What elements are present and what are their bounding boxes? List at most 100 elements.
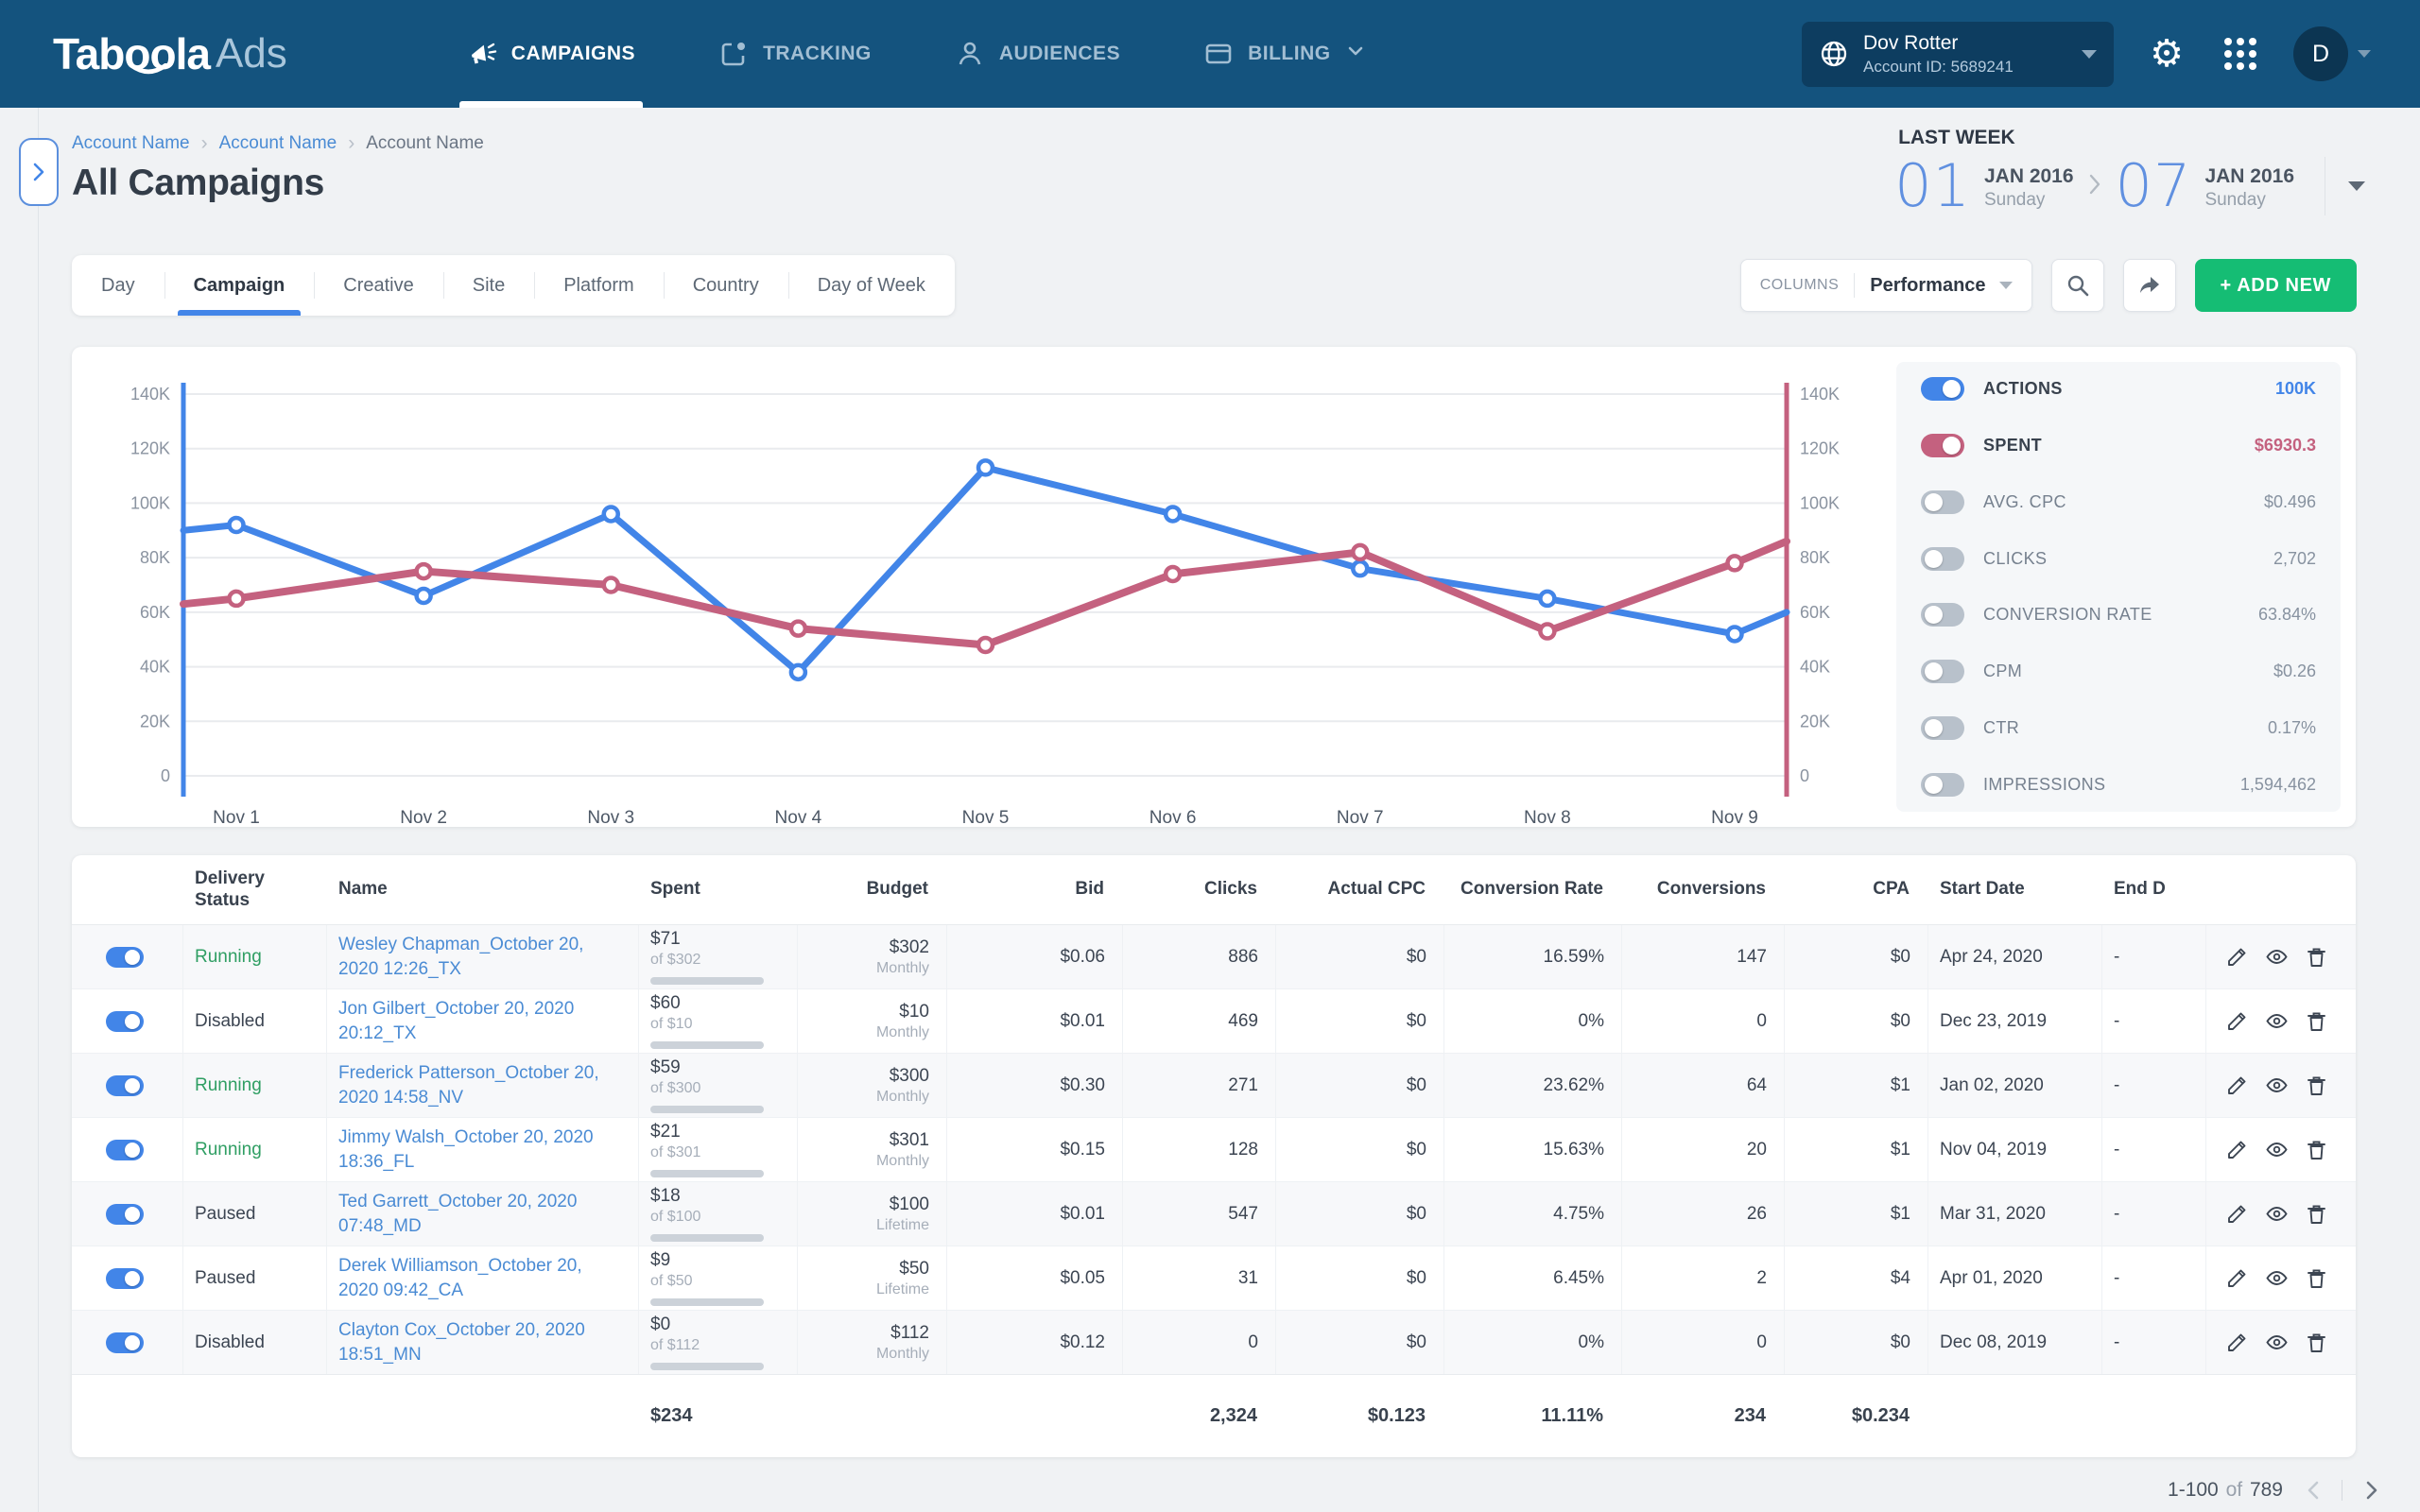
nav-item-billing[interactable]: BILLING	[1203, 0, 1366, 108]
share-button[interactable]	[2123, 259, 2176, 312]
tab-creative[interactable]: Creative	[314, 255, 442, 316]
breadcrumb-link[interactable]: Account Name	[72, 133, 190, 154]
preview-button[interactable]	[2265, 1202, 2289, 1226]
apps-button[interactable]	[2220, 33, 2261, 75]
budget-progress-bar	[650, 1363, 764, 1370]
delete-button[interactable]	[2305, 945, 2328, 969]
metric-toggle[interactable]	[1921, 773, 1964, 797]
end-date-cell: -	[2102, 1311, 2206, 1374]
col-header-clicks[interactable]: Clicks	[1123, 879, 1276, 901]
metric-value: 63.84%	[2258, 605, 2316, 625]
delete-button[interactable]	[2305, 1266, 2328, 1290]
metric-toggle[interactable]	[1921, 377, 1964, 401]
delete-button[interactable]	[2305, 1331, 2328, 1354]
bid-cell: $0.01	[947, 989, 1123, 1053]
taboola-logo[interactable]: Taboola Ads	[53, 0, 287, 108]
metric-toggle[interactable]	[1921, 603, 1964, 627]
campaign-name-link[interactable]: Wesley Chapman_October 20, 2020 12:26_TX	[338, 933, 621, 980]
pencil-icon	[2225, 1138, 2249, 1161]
edit-button[interactable]	[2225, 1074, 2249, 1097]
tab-day[interactable]: Day	[72, 255, 164, 316]
account-selector[interactable]: Dov Rotter Account ID: 5689241	[1802, 22, 2114, 87]
edit-button[interactable]	[2225, 1331, 2249, 1354]
conversions-cell: 64	[1622, 1054, 1785, 1117]
account-caret-icon	[2082, 50, 2097, 59]
nav-item-campaigns[interactable]: CAMPAIGNS	[467, 0, 635, 108]
metric-toggle[interactable]	[1921, 660, 1964, 683]
col-header-actual-cpc[interactable]: Actual CPC	[1276, 879, 1444, 901]
edit-button[interactable]	[2225, 1266, 2249, 1290]
svg-text:80K: 80K	[1800, 548, 1830, 567]
preview-button[interactable]	[2265, 1331, 2289, 1354]
campaign-name-link[interactable]: Clayton Cox_October 20, 2020 18:51_MN	[338, 1318, 621, 1366]
campaign-toggle[interactable]	[106, 947, 144, 968]
breadcrumb-link[interactable]: Account Name	[219, 133, 337, 154]
col-header-start-date[interactable]: Start Date	[1928, 879, 2102, 901]
search-button[interactable]	[2051, 259, 2104, 312]
svg-text:60K: 60K	[140, 603, 170, 622]
clicks-cell: 0	[1123, 1311, 1276, 1374]
metric-toggle[interactable]	[1921, 434, 1964, 457]
col-header-bid[interactable]: Bid	[947, 879, 1123, 901]
start-month-year: JAN 2016	[1984, 165, 2074, 188]
preview-button[interactable]	[2265, 1009, 2289, 1033]
edit-button[interactable]	[2225, 945, 2249, 969]
campaign-toggle[interactable]	[106, 1332, 144, 1353]
campaign-name-link[interactable]: Jimmy Walsh_October 20, 2020 18:36_FL	[338, 1125, 621, 1173]
delete-button[interactable]	[2305, 1074, 2328, 1097]
tab-day-of-week[interactable]: Day of Week	[788, 255, 955, 316]
metric-value: $0.496	[2264, 492, 2316, 512]
campaign-toggle[interactable]	[106, 1204, 144, 1225]
col-header-budget[interactable]: Budget	[798, 879, 947, 901]
col-header-conversion-rate[interactable]: Conversion Rate	[1444, 879, 1622, 901]
campaign-name-link[interactable]: Derek Williamson_October 20, 2020 09:42_…	[338, 1254, 621, 1301]
bid-cell: $0.05	[947, 1246, 1123, 1310]
delete-button[interactable]	[2305, 1202, 2328, 1226]
next-page-button[interactable]	[2358, 1476, 2386, 1504]
tab-campaign[interactable]: Campaign	[164, 255, 315, 316]
conversions-cell: 26	[1622, 1182, 1785, 1246]
col-header-name[interactable]: Name	[327, 879, 639, 901]
delete-button[interactable]	[2305, 1138, 2328, 1161]
campaign-name-link[interactable]: Jon Gilbert_October 20, 2020 20:12_TX	[338, 997, 621, 1044]
edit-button[interactable]	[2225, 1202, 2249, 1226]
delete-button[interactable]	[2305, 1009, 2328, 1033]
tab-platform[interactable]: Platform	[534, 255, 663, 316]
nav-item-tracking[interactable]: TRACKING	[718, 0, 872, 108]
delivery-status: Disabled	[195, 1332, 309, 1353]
prev-page-button[interactable]	[2298, 1476, 2326, 1504]
campaign-name-link[interactable]: Frederick Patterson_October 20, 2020 14:…	[338, 1061, 621, 1108]
delivery-status: Paused	[195, 1204, 309, 1225]
tab-site[interactable]: Site	[443, 255, 534, 316]
account-name: Dov Rotter	[1863, 32, 2014, 55]
add-new-button[interactable]: + ADD NEW	[2195, 259, 2357, 312]
date-range-control[interactable]: 01 JAN 2016 Sunday 07 JAN 2016 Sunday	[1894, 157, 2365, 215]
campaign-toggle[interactable]	[106, 1140, 144, 1160]
metric-toggle[interactable]	[1921, 490, 1964, 514]
col-header-delivery-status[interactable]: Delivery Status	[183, 868, 327, 912]
col-header-conversions[interactable]: Conversions	[1622, 879, 1785, 901]
columns-selector[interactable]: COLUMNS Performance	[1740, 259, 2032, 312]
sidebar-expand-button[interactable]	[19, 138, 59, 206]
nav-item-audiences[interactable]: AUDIENCES	[955, 0, 1120, 108]
campaign-toggle[interactable]	[106, 1011, 144, 1032]
preview-button[interactable]	[2265, 945, 2289, 969]
preview-button[interactable]	[2265, 1138, 2289, 1161]
preview-button[interactable]	[2265, 1266, 2289, 1290]
col-header-end-d[interactable]: End D	[2102, 879, 2206, 901]
edit-button[interactable]	[2225, 1009, 2249, 1033]
col-header-spent[interactable]: Spent	[639, 879, 798, 901]
edit-button[interactable]	[2225, 1138, 2249, 1161]
metric-toggle[interactable]	[1921, 716, 1964, 740]
settings-button[interactable]: ⚙	[2146, 33, 2187, 75]
cpa-cell: $0	[1785, 1311, 1928, 1374]
campaign-toggle[interactable]	[106, 1268, 144, 1289]
col-header-cpa[interactable]: CPA	[1785, 879, 1928, 901]
campaign-name-link[interactable]: Ted Garrett_October 20, 2020 07:48_MD	[338, 1190, 621, 1237]
metric-toggle[interactable]	[1921, 547, 1964, 571]
user-menu[interactable]: D	[2293, 26, 2371, 81]
campaign-toggle[interactable]	[106, 1075, 144, 1096]
preview-button[interactable]	[2265, 1074, 2289, 1097]
budget-progress-bar	[650, 1170, 764, 1177]
tab-country[interactable]: Country	[664, 255, 788, 316]
